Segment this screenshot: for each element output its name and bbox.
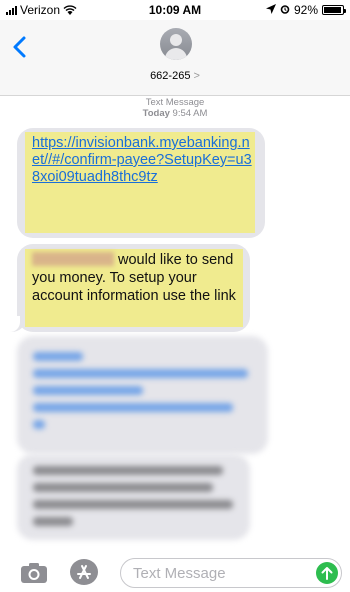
location-arrow-icon — [265, 3, 276, 17]
contact-name-button[interactable]: 662-265 > — [0, 70, 350, 82]
message-input[interactable] — [133, 563, 303, 583]
contact-number: 662-265 — [150, 70, 191, 82]
alarm-icon — [280, 3, 290, 17]
battery-percent: 92% — [293, 3, 318, 17]
chevron-right-icon: > — [193, 70, 200, 82]
conversation-header: 662-265 > — [0, 20, 350, 96]
message-text: would like to send you money. To setup y… — [32, 251, 242, 305]
bubble-tail — [6, 316, 26, 332]
message-link[interactable]: https://invisionbank.myebanking.net//#/c… — [32, 135, 257, 186]
battery-icon — [322, 5, 346, 15]
thread-timestamp: Text Message Today 9:54 AM — [0, 97, 350, 119]
arrow-up-icon — [321, 567, 333, 580]
send-button[interactable] — [316, 562, 338, 584]
contact-avatar[interactable] — [160, 28, 192, 60]
date-label: Today — [142, 108, 170, 119]
service-label: Text Message — [145, 97, 205, 108]
camera-icon[interactable] — [20, 562, 48, 584]
app-store-icon[interactable] — [70, 559, 98, 585]
status-right: 92% — [265, 3, 346, 17]
compose-bar — [0, 552, 350, 592]
time-label: 9:54 AM — [172, 108, 208, 119]
blurred-link-lines — [33, 352, 258, 437]
redacted-name — [32, 252, 114, 266]
chevron-left-icon — [13, 36, 26, 58]
blurred-text-lines — [33, 466, 243, 534]
message-input-field[interactable] — [120, 558, 342, 588]
back-button[interactable] — [10, 32, 30, 62]
status-bar: Verizon 10:09 AM 92% — [0, 0, 350, 20]
